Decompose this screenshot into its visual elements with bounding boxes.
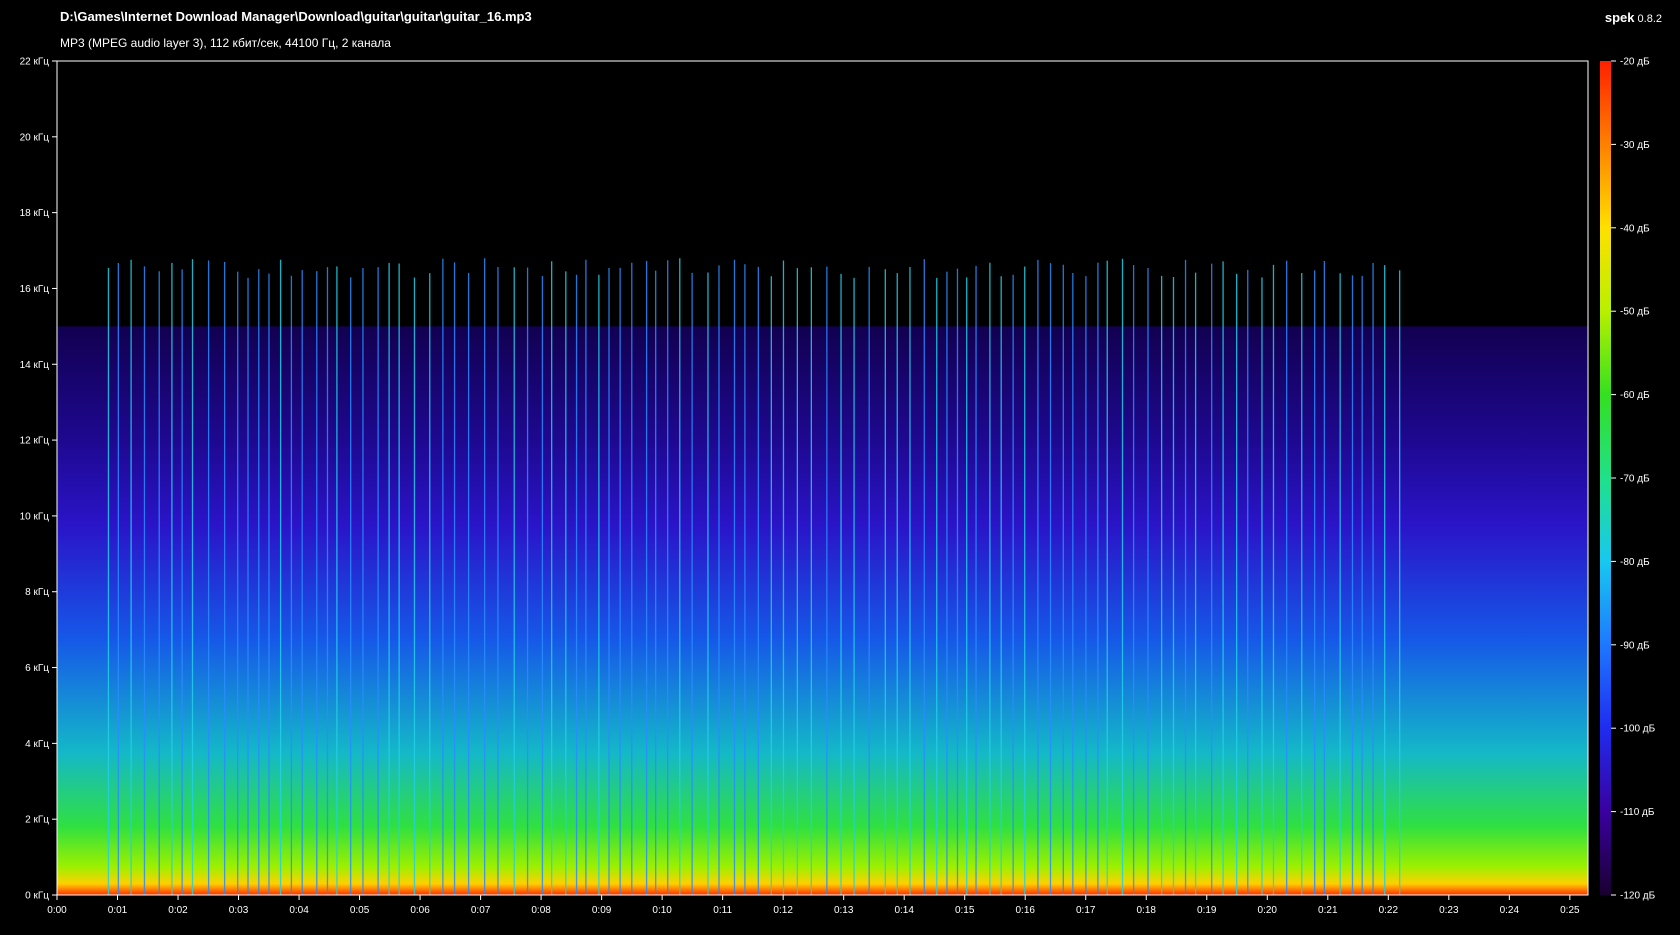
freq-tick-label: 6 кГц — [25, 663, 49, 674]
time-tick-label: 0:05 — [350, 905, 370, 916]
freq-tick-label: 12 кГц — [20, 436, 50, 447]
db-tick-label: -100 дБ — [1620, 724, 1656, 735]
db-scale-axis: -20 дБ -30 дБ -40 дБ -50 дБ -60 дБ -70 дБ -80 … — [1611, 57, 1656, 902]
time-tick-label: 0:22 — [1379, 905, 1399, 916]
time-tick-label: 0:08 — [531, 905, 551, 916]
freq-tick-label: 22 кГц — [20, 57, 50, 68]
time-tick-label: 0:16 — [1015, 905, 1035, 916]
time-tick-label: 0:25 — [1560, 905, 1580, 916]
time-tick-label: 0:14 — [894, 905, 914, 916]
db-tick-label: -20 дБ — [1620, 57, 1650, 68]
time-tick-label: 0:01 — [108, 905, 128, 916]
frequency-axis: 0 кГц 2 кГц 4 кГц 6 кГц 8 кГц 10 кГц 12 кГц 14 … — [20, 57, 57, 902]
db-tick-label: -50 дБ — [1620, 307, 1650, 318]
db-tick-label: -60 дБ — [1620, 390, 1650, 401]
time-tick-label: 0:20 — [1258, 905, 1278, 916]
time-tick-label: 0:24 — [1500, 905, 1520, 916]
db-colorbar — [1600, 61, 1611, 895]
freq-tick-label: 16 кГц — [20, 284, 50, 295]
freq-tick-label: 20 кГц — [20, 132, 50, 143]
time-tick-label: 0:10 — [652, 905, 672, 916]
db-tick-label: -40 дБ — [1620, 223, 1650, 234]
time-tick-label: 0:15 — [955, 905, 975, 916]
freq-tick-label: 4 кГц — [25, 739, 49, 750]
time-tick-label: 0:23 — [1439, 905, 1459, 916]
db-tick-label: -120 дБ — [1620, 891, 1656, 902]
db-tick-label: -30 дБ — [1620, 140, 1650, 151]
time-tick-label: 0:00 — [47, 905, 67, 916]
db-tick-label: -110 дБ — [1620, 807, 1655, 818]
freq-tick-label: 2 кГц — [25, 815, 49, 826]
db-tick-label: -70 дБ — [1620, 474, 1650, 485]
time-tick-label: 0:18 — [1137, 905, 1157, 916]
spectrogram-plot: 0 кГц 2 кГц 4 кГц 6 кГц 8 кГц 10 кГц 12 кГц 14 … — [20, 57, 1656, 917]
time-tick-label: 0:17 — [1076, 905, 1096, 916]
time-tick-label: 0:02 — [168, 905, 188, 916]
spectrogram-energy — [57, 326, 1588, 895]
time-tick-label: 0:13 — [834, 905, 854, 916]
time-tick-label: 0:12 — [773, 905, 793, 916]
time-tick-label: 0:19 — [1197, 905, 1217, 916]
freq-tick-label: 8 кГц — [25, 587, 49, 598]
freq-tick-label: 14 кГц — [20, 360, 50, 371]
db-tick-label: -80 дБ — [1620, 557, 1650, 568]
freq-tick-label: 18 кГц — [20, 208, 50, 219]
freq-tick-label: 10 кГц — [20, 511, 50, 522]
time-tick-label: 0:06 — [410, 905, 430, 916]
time-tick-label: 0:03 — [229, 905, 249, 916]
time-tick-label: 0:09 — [592, 905, 612, 916]
time-axis: 0:00 0:01 0:02 0:03 0:04 0:05 0:06 0:07 0:08 0:09… — [47, 895, 1580, 916]
time-tick-label: 0:21 — [1318, 905, 1338, 916]
time-tick-label: 0:11 — [713, 905, 732, 916]
freq-tick-label: 0 кГц — [25, 891, 49, 902]
time-tick-label: 0:04 — [289, 905, 309, 916]
db-tick-label: -90 дБ — [1620, 640, 1650, 651]
time-tick-label: 0:07 — [471, 905, 491, 916]
